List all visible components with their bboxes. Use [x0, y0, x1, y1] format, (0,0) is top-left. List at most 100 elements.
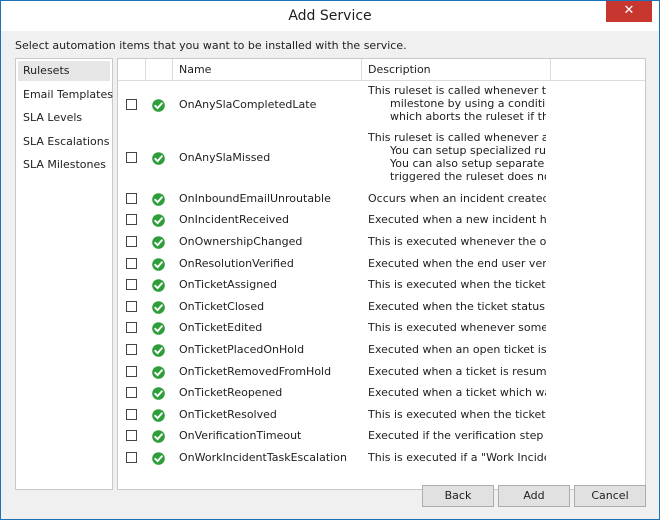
- table-row[interactable]: OnTicketEdited This is executed whenever …: [118, 318, 645, 340]
- title-bar: Add Service ✕: [1, 1, 659, 31]
- green-check-icon: [152, 300, 165, 314]
- table-row[interactable]: OnTicketClosed Executed when the ticket s…: [118, 296, 645, 318]
- row-checkbox[interactable]: [126, 365, 137, 377]
- add-service-dialog: Add Service ✕ Select automation items th…: [0, 0, 660, 520]
- table-row[interactable]: OnVerificationTimeout Executed if the ver…: [118, 426, 645, 448]
- dialog-content: Select automation items that you want to…: [1, 31, 659, 519]
- cancel-button[interactable]: Cancel: [574, 485, 646, 507]
- row-description: Executed if the verification step reac: [368, 429, 546, 442]
- green-check-icon: [152, 152, 165, 165]
- nav-item-email-templates[interactable]: Email Templates: [18, 85, 113, 105]
- row-description: This is executed when the ticket mo: [368, 408, 546, 421]
- row-description: This ruleset is called whenever an esYou…: [368, 131, 546, 183]
- table-row[interactable]: OnAnySlaMissed This ruleset is called whe…: [118, 128, 645, 188]
- table-row[interactable]: OnTicketPlacedOnHold Executed when an ope…: [118, 339, 645, 361]
- row-checkbox[interactable]: [126, 235, 137, 247]
- nav-item-sla-escalations[interactable]: SLA Escalations: [18, 132, 110, 152]
- description-line: Executed when an open ticket is pla: [368, 342, 546, 356]
- row-checkbox[interactable]: [126, 152, 137, 163]
- row-name: OnInboundEmailUnroutable: [179, 191, 331, 205]
- row-name: OnTicketPlacedOnHold: [179, 342, 305, 356]
- row-description: Executed when a new incident has b: [368, 213, 546, 226]
- green-check-icon: [152, 408, 165, 422]
- table-row[interactable]: OnTicketRemovedFromHold Executed when a t…: [118, 361, 645, 383]
- row-name: OnTicketReopened: [179, 386, 283, 400]
- header-status-col[interactable]: [146, 59, 173, 80]
- green-check-icon: [152, 387, 165, 400]
- nav-item-sla-milestones[interactable]: SLA Milestones: [18, 155, 110, 175]
- green-check-icon: [152, 98, 165, 112]
- table-row[interactable]: OnOwnershipChanged This is executed whene…: [118, 231, 645, 253]
- table-row[interactable]: OnResolutionVerified Executed when the en…: [118, 253, 645, 275]
- row-description: This is executed whenever the owne: [368, 235, 546, 248]
- row-description: Occurs when an incident created fro: [368, 192, 546, 205]
- back-button[interactable]: Back: [422, 485, 494, 507]
- row-description: This is executed when the ticket is a: [368, 278, 546, 291]
- row-checkbox[interactable]: [126, 322, 137, 334]
- row-description: This is executed if a "Work Incident": [368, 451, 546, 464]
- table-row[interactable]: OnWorkIncidentTaskEscalation This is exec…: [118, 447, 645, 469]
- row-name: OnOwnershipChanged: [179, 234, 303, 248]
- row-name: OnResolutionVerified: [179, 256, 294, 270]
- row-name: OnIncidentReceived: [179, 213, 290, 227]
- description-line: Executed when the ticket status reac: [368, 299, 546, 313]
- header-description[interactable]: Description: [362, 59, 551, 80]
- description-line: Executed if the verification step reac: [368, 429, 546, 443]
- automation-grid: Name Description OnAnySlaCompletedLate Th…: [117, 58, 646, 490]
- green-check-icon: [152, 257, 165, 271]
- green-check-icon: [152, 344, 165, 357]
- table-row[interactable]: OnIncidentReceived Executed when a new in…: [118, 210, 645, 232]
- close-button[interactable]: ✕: [606, 1, 652, 22]
- description-line: This is executed whenever someone: [368, 321, 546, 335]
- description-line: You can setup specialized rules: [390, 144, 546, 157]
- grid-header: Name Description: [118, 59, 645, 81]
- row-description: Executed when the end user verifies: [368, 257, 546, 270]
- header-name[interactable]: Name: [173, 59, 362, 80]
- instructions-text: Select automation items that you want to…: [15, 39, 407, 52]
- table-row[interactable]: OnAnySlaCompletedLate This ruleset is cal…: [118, 81, 645, 128]
- description-line: Occurs when an incident created fro: [368, 191, 546, 205]
- green-check-icon: [152, 452, 165, 465]
- table-row[interactable]: OnTicketResolved This is executed when th…: [118, 404, 645, 426]
- close-icon: ✕: [623, 3, 635, 18]
- row-checkbox[interactable]: [126, 408, 137, 420]
- table-row[interactable]: OnInboundEmailUnroutable Occurs when an i…: [118, 188, 645, 210]
- row-checkbox[interactable]: [126, 300, 137, 312]
- row-name: OnTicketEdited: [179, 321, 263, 335]
- nav-item-sla-levels[interactable]: SLA Levels: [18, 108, 110, 128]
- row-checkbox[interactable]: [126, 387, 137, 399]
- description-line: Executed when the end user verifies: [368, 256, 546, 270]
- green-check-icon: [152, 214, 165, 228]
- row-checkbox[interactable]: [126, 279, 137, 291]
- description-line: which aborts the ruleset if the s: [390, 110, 546, 123]
- green-check-icon: [152, 322, 165, 336]
- row-description: Executed when an open ticket is pla: [368, 343, 546, 356]
- row-description: Executed when a ticket which was n: [368, 386, 546, 399]
- row-name: OnTicketClosed: [179, 299, 265, 313]
- description-line: Executed when a ticket which was n: [368, 386, 546, 400]
- green-check-icon: [152, 236, 165, 249]
- table-row[interactable]: OnTicketAssigned This is executed when th…: [118, 274, 645, 296]
- green-check-icon: [152, 365, 165, 379]
- row-checkbox[interactable]: [126, 343, 137, 355]
- row-checkbox[interactable]: [126, 192, 137, 204]
- row-checkbox[interactable]: [126, 98, 137, 110]
- table-row[interactable]: OnTicketReopened Executed when a ticket w…: [118, 382, 645, 404]
- header-checkbox-col[interactable]: [118, 59, 146, 80]
- row-checkbox[interactable]: [126, 451, 137, 463]
- row-checkbox[interactable]: [126, 214, 137, 226]
- row-description: Executed when a ticket is resumed a: [368, 365, 546, 378]
- nav-item-rulesets[interactable]: Rulesets: [18, 61, 110, 81]
- row-name: OnVerificationTimeout: [179, 429, 302, 443]
- description-line: This ruleset is called whenever an es: [368, 131, 546, 144]
- description-line: This is executed when the ticket mo: [368, 407, 546, 421]
- row-name: OnAnySlaMissed: [179, 151, 271, 164]
- add-button[interactable]: Add: [498, 485, 570, 507]
- row-checkbox[interactable]: [126, 257, 137, 269]
- description-line: This ruleset is called whenever the re: [368, 84, 546, 97]
- row-checkbox[interactable]: [126, 430, 137, 442]
- row-name: OnAnySlaCompletedLate: [179, 97, 317, 111]
- header-filler: [551, 59, 645, 80]
- category-list: Rulesets Email Templates SLA Levels SLA …: [15, 58, 113, 490]
- green-check-icon: [152, 192, 165, 206]
